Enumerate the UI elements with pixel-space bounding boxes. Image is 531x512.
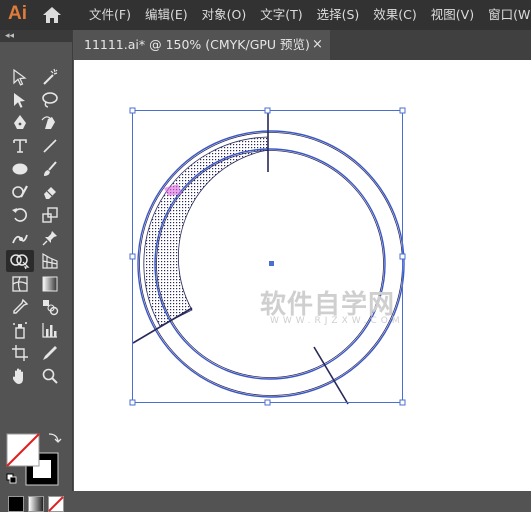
tab-close-button[interactable]: × [312,30,323,60]
color-mode-buttons [8,496,68,512]
zoom-tool[interactable] [38,365,62,387]
fill-stroke-widget[interactable] [6,432,64,488]
menu-bar: Ai 文件(F) 编辑(E) 对象(O) 文字(T) 选择(S) 效果(C) 视… [0,0,531,30]
paintbrush-tool[interactable] [38,158,62,180]
magic-wand-icon [43,68,58,85]
line-tool[interactable] [38,135,62,157]
pen-icon [14,115,26,129]
knife-icon [43,346,57,360]
menu-file[interactable]: 文件(F) [82,0,138,30]
gradient-button[interactable] [28,496,44,512]
ellipse-tool[interactable] [8,158,32,180]
shaper-icon [12,185,28,198]
app-logo[interactable]: Ai [8,3,27,25]
selected-ring-segment[interactable] [143,136,269,327]
swap-colors-icon [48,433,62,443]
curvature-icon [41,116,55,129]
blend-tool[interactable] [38,296,62,318]
type-t-icon [13,139,27,153]
shape-builder-icon [10,254,30,270]
artboard-icon [12,345,28,361]
direct-selection-tool[interactable] [8,89,32,111]
slice-tool[interactable] [38,342,62,364]
eraser-icon [44,187,56,199]
menu-view[interactable]: 视图(V) [424,0,481,30]
artboard-canvas[interactable]: 软件自学网 WWW.RJZXW.COM [74,60,531,491]
magic-wand-tool[interactable] [38,66,62,88]
hand-icon [13,368,23,384]
pin-icon [42,231,57,246]
perspective-grid-tool[interactable] [38,250,62,272]
pin-tool[interactable] [38,227,62,249]
document-tab-bar: 11111.ai* @ 150% (CMYK/GPU 预览) × [74,30,531,60]
pen-tool[interactable] [8,112,32,134]
home-icon[interactable] [42,6,62,24]
lasso-tool[interactable] [38,89,62,111]
perspective-grid-icon [42,252,58,269]
none-button[interactable] [48,496,64,512]
menu-type[interactable]: 文字(T) [253,0,309,30]
menu-select[interactable]: 选择(S) [310,0,367,30]
direct-selection-icon [14,93,25,108]
document-tab[interactable]: 11111.ai* @ 150% (CMYK/GPU 预览) × [74,30,330,60]
lasso-icon [42,92,58,108]
mesh-tool[interactable] [8,273,32,295]
column-graph-tool[interactable] [38,319,62,341]
selection-arrow-icon [13,68,27,86]
puppet-warp-tool[interactable] [8,227,32,249]
selection-tool[interactable] [8,66,32,88]
eyedropper-icon [13,298,29,314]
center-point [269,261,274,266]
blend-icon [43,300,59,316]
menu-object[interactable]: 对象(O) [195,0,254,30]
toolbox: ◂◂ [0,30,73,512]
symbol-sprayer-tool[interactable] [8,319,32,341]
gradient-tool[interactable] [38,273,62,295]
magnifier-icon [42,368,58,384]
watermark-url: WWW.RJZXW.COM [270,316,404,326]
eraser-tool[interactable] [38,181,62,203]
shaper-tool[interactable] [8,181,32,203]
menu-edit[interactable]: 编辑(E) [138,0,195,30]
artboard-tool[interactable] [8,342,32,364]
scale-icon [42,207,58,223]
eyedropper-tool[interactable] [8,296,32,318]
scale-tool[interactable] [38,204,62,226]
mesh-icon [12,276,28,292]
rotate-tool[interactable] [8,204,32,226]
menu-window[interactable]: 窗口(W) [481,0,531,30]
ellipse-icon [12,163,28,175]
rotate-icon [12,208,27,222]
line-segment-icon [43,139,57,153]
menu-effect[interactable]: 效果(C) [366,0,423,30]
toolbox-collapse-button[interactable]: ◂◂ [0,30,72,42]
artwork [129,107,406,406]
hand-tool[interactable] [8,365,32,387]
paintbrush-icon [44,161,57,176]
type-tool[interactable] [8,135,32,157]
document-tab-title: 11111.ai* @ 150% (CMYK/GPU 预览) [84,37,310,52]
curvature-tool[interactable] [38,112,62,134]
main-menu: 文件(F) 编辑(E) 对象(O) 文字(T) 选择(S) 效果(C) 视图(V… [82,0,531,30]
spray-can-icon [13,322,27,339]
gradient-icon [42,276,58,292]
bar-chart-icon [42,323,57,338]
puppet-warp-icon [12,234,28,244]
shape-builder-tool[interactable] [6,250,34,272]
color-button[interactable] [8,496,24,512]
